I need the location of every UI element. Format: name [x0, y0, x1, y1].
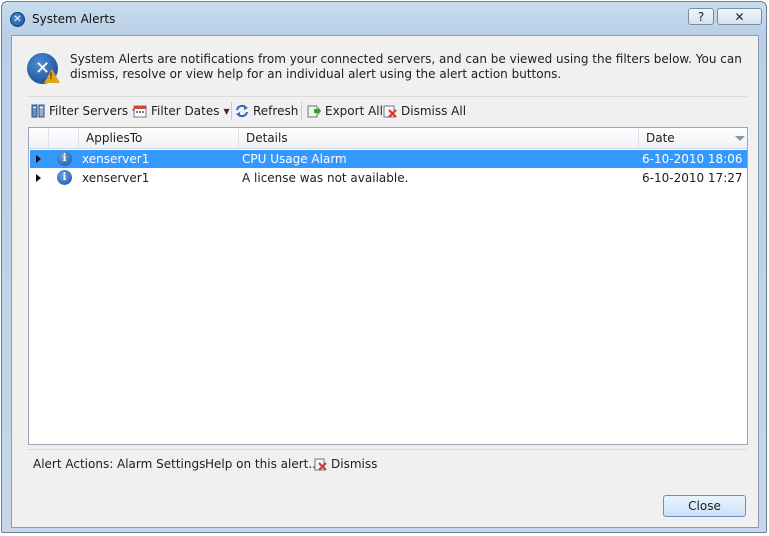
- alert-actions-bar: Alert Actions: Alarm Settings Help on th…: [27, 449, 747, 476]
- toolbar-separator: [301, 102, 302, 120]
- xencenter-logo-icon: ✕: [10, 12, 25, 27]
- dismiss-label: Dismiss: [331, 457, 378, 471]
- filter-servers-label: Filter Servers: [49, 104, 129, 118]
- alerts-table: AppliesTo Details Date i xenserver1 CPU …: [28, 127, 748, 445]
- alert-actions-label: Alert Actions:: [33, 457, 114, 471]
- dismiss-all-button[interactable]: Dismiss All: [383, 103, 466, 119]
- warning-mark-icon: !: [49, 72, 54, 82]
- table-row[interactable]: i xenserver1 CPU Usage Alarm 6-10-2010 1…: [30, 150, 747, 168]
- sort-descending-icon: [735, 136, 745, 141]
- window-title: System Alerts: [32, 12, 116, 26]
- chevron-down-icon: ▼: [223, 106, 230, 116]
- info-icon: i: [57, 151, 72, 166]
- cell-details: A license was not available.: [242, 171, 409, 185]
- expand-arrow-icon[interactable]: [36, 174, 41, 182]
- filter-servers-button[interactable]: Filter Servers ▼: [31, 103, 138, 119]
- refresh-label: Refresh: [253, 104, 299, 118]
- close-button[interactable]: Close: [663, 495, 746, 517]
- dialog-window: ✕ System Alerts ? ✕ ✕ ! System Alerts ar…: [1, 1, 767, 533]
- filter-dates-label: Filter Dates: [151, 104, 220, 118]
- window-close-button[interactable]: ✕: [717, 8, 762, 25]
- column-header-applies-to[interactable]: AppliesTo: [86, 131, 142, 145]
- refresh-icon: [235, 104, 249, 118]
- export-all-button[interactable]: Export All: [307, 103, 383, 119]
- help-button[interactable]: ?: [688, 8, 714, 25]
- export-icon: [307, 104, 321, 118]
- column-header-date[interactable]: Date: [646, 131, 675, 145]
- help-on-alert-button[interactable]: Help on this alert...: [205, 457, 320, 471]
- column-header-details[interactable]: Details: [246, 131, 288, 145]
- dismiss-button[interactable]: Dismiss: [314, 457, 377, 471]
- header-description: System Alerts are notifications from you…: [70, 52, 742, 81]
- title-bar: ✕ System Alerts ? ✕: [2, 2, 766, 34]
- dismiss-all-icon: [383, 104, 397, 118]
- dialog-content: ✕ ! System Alerts are notifications from…: [11, 35, 759, 528]
- column-divider: [48, 128, 49, 148]
- expand-arrow-icon[interactable]: [36, 155, 41, 163]
- filter-dates-button[interactable]: Filter Dates ▼: [133, 103, 230, 119]
- column-divider: [78, 128, 79, 148]
- cell-date: 6-10-2010 17:27: [642, 171, 743, 185]
- column-divider: [238, 128, 239, 148]
- export-all-label: Export All: [325, 104, 383, 118]
- dismiss-icon: [314, 458, 327, 471]
- table-row[interactable]: i xenserver1 A license was not available…: [30, 169, 747, 187]
- cell-details: CPU Usage Alarm: [242, 152, 347, 166]
- dismiss-all-label: Dismiss All: [401, 104, 467, 118]
- server-icon: [31, 104, 45, 118]
- cell-date: 6-10-2010 18:06: [642, 152, 743, 166]
- column-divider: [638, 128, 639, 148]
- info-icon: i: [57, 170, 72, 185]
- calendar-icon: [133, 104, 147, 118]
- cell-applies-to: xenserver1: [82, 152, 150, 166]
- table-header: AppliesTo Details Date: [29, 128, 747, 149]
- cell-applies-to: xenserver1: [82, 171, 150, 185]
- toolbar-separator: [231, 102, 232, 120]
- alerts-toolbar: Filter Servers ▼ Filter Dates ▼ Refresh: [27, 96, 747, 125]
- refresh-button[interactable]: Refresh: [235, 103, 298, 119]
- alarm-settings-button[interactable]: Alarm Settings: [117, 457, 205, 471]
